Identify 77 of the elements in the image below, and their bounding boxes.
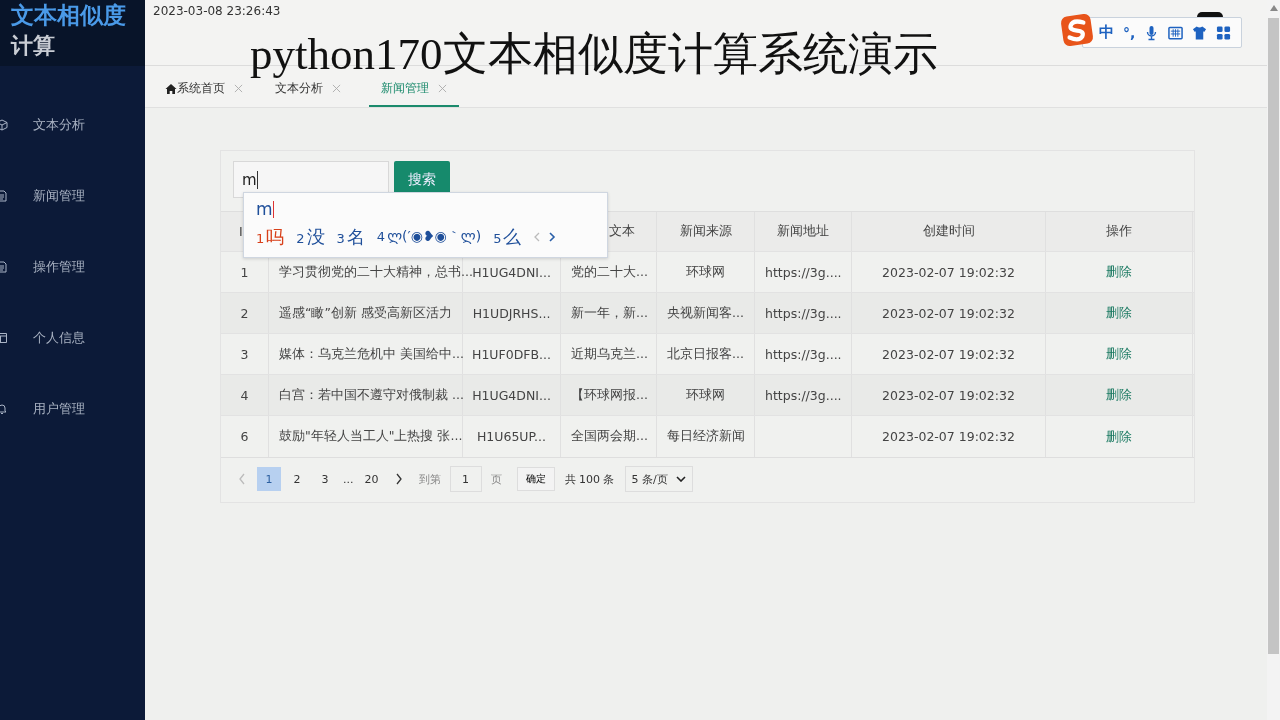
delete-link[interactable]: 删除 xyxy=(1106,263,1132,281)
tab[interactable]: 文本分析 xyxy=(271,78,345,107)
chevron-down-icon xyxy=(675,476,686,482)
tab[interactable]: 系统首页 xyxy=(161,78,247,107)
table-cell: https://3g.... xyxy=(755,334,852,374)
delete-link[interactable]: 删除 xyxy=(1106,345,1132,363)
page-number[interactable]: 1 xyxy=(257,467,281,491)
page-number[interactable]: 3 xyxy=(313,467,337,491)
table-cell: 2023-02-07 19:02:32 xyxy=(852,416,1046,457)
menu-item[interactable]: 文本分析 xyxy=(0,116,145,134)
table-cell: 【环球网报... xyxy=(561,375,657,415)
table-cell: 北京日报客... xyxy=(657,334,755,374)
scroll-up-icon[interactable] xyxy=(1270,5,1278,11)
page-input[interactable]: 1 xyxy=(449,466,482,492)
menu-item[interactable]: 个人信息 xyxy=(0,329,145,347)
grid-icon[interactable] xyxy=(1216,24,1232,41)
table-cell: 每日经济新闻 xyxy=(657,416,755,457)
ime-candidate[interactable]: 2 没 xyxy=(296,225,325,249)
table-cell: 6 xyxy=(221,416,269,457)
table-cell: 媒体：乌克兰危机中 美国给中... xyxy=(269,334,463,374)
ime-mode-toggle[interactable]: 中 xyxy=(1099,23,1114,42)
column-header: 操作 xyxy=(1046,212,1193,251)
table-cell: 环球网 xyxy=(657,375,755,415)
table-cell: 环球网 xyxy=(657,252,755,292)
table-cell: H1UDJRHS... xyxy=(463,293,561,333)
menu-item[interactable]: 新闻管理 xyxy=(0,187,145,205)
table-cell: H1U65UP... xyxy=(463,416,561,457)
page-size-select[interactable]: 5 条/页 xyxy=(624,466,693,492)
page-number[interactable]: 2 xyxy=(285,467,309,491)
table-cell: 2023-02-07 19:02:32 xyxy=(852,334,1046,374)
page-number[interactable]: 20 xyxy=(359,467,384,491)
tab[interactable]: 新闻管理 xyxy=(369,78,459,107)
table-cell: 4 xyxy=(221,375,269,415)
table-cell: 2 xyxy=(221,293,269,333)
table-cell: 3 xyxy=(221,334,269,374)
ime-candidate[interactable]: 4 ლ(′◉❥◉｀ლ) xyxy=(376,228,482,246)
page-ellipsis: ... xyxy=(342,472,355,486)
total-count: 共 100 条 xyxy=(564,471,615,487)
table-cell: H1UG4DNI... xyxy=(463,375,561,415)
table-cell: 全国两会期... xyxy=(561,416,657,457)
table-cell: 白宫：若中国不遵守对俄制裁 ... xyxy=(269,375,463,415)
delete-link[interactable]: 删除 xyxy=(1106,304,1132,322)
shirt-icon[interactable] xyxy=(1192,24,1208,41)
datetime: 2023-03-08 23:26:43 xyxy=(153,4,281,18)
delete-link[interactable]: 删除 xyxy=(1106,427,1132,446)
table-cell: https://3g.... xyxy=(755,252,852,292)
table-cell: https://3g.... xyxy=(755,293,852,333)
column-header: 创建时间 xyxy=(852,212,1046,251)
goto-label: 到第 xyxy=(418,471,441,487)
table-cell: https://3g.... xyxy=(755,375,852,415)
app-subtitle: 计算 xyxy=(11,32,56,60)
table-cell: H1UF0DFB... xyxy=(463,334,561,374)
table-cell: 新一年，新... xyxy=(561,293,657,333)
video-caption: python170文本相似度计算系统演示 xyxy=(250,32,938,77)
table-cell: 2023-02-07 19:02:32 xyxy=(852,375,1046,415)
punctuation-toggle[interactable]: °, xyxy=(1123,24,1136,41)
avatar[interactable] xyxy=(1197,12,1223,17)
table-cell: 遥感“瞰”创新 感受高新区活力 xyxy=(269,293,463,333)
home-icon xyxy=(165,82,177,95)
table-cell: 央视新闻客... xyxy=(657,293,755,333)
column-header: 新闻来源 xyxy=(657,212,755,251)
ime-logo-icon[interactable] xyxy=(1060,12,1094,48)
column-header: 新闻地址 xyxy=(755,212,852,251)
table-cell: 2023-02-07 19:02:32 xyxy=(852,252,1046,292)
table-cell: 近期乌克兰... xyxy=(561,334,657,374)
app-title: 文本相似度 xyxy=(11,1,127,30)
ime-candidate[interactable]: 5么 xyxy=(493,225,522,249)
table-cell: 鼓励"年轻人当工人"上热搜 张... xyxy=(269,416,463,457)
ime-candidate[interactable]: 3 名 xyxy=(336,225,365,249)
delete-link[interactable]: 删除 xyxy=(1106,386,1132,404)
menu-item[interactable]: 操作管理 xyxy=(0,258,145,276)
table-cell: 2023-02-07 19:02:32 xyxy=(852,293,1046,333)
menu-item[interactable]: 用户管理 xyxy=(0,400,145,418)
scrollbar[interactable] xyxy=(1267,0,1280,720)
keyboard-icon[interactable] xyxy=(1168,24,1184,41)
confirm-button[interactable]: 确定 xyxy=(516,467,555,491)
page-unit: 页 xyxy=(490,471,502,487)
